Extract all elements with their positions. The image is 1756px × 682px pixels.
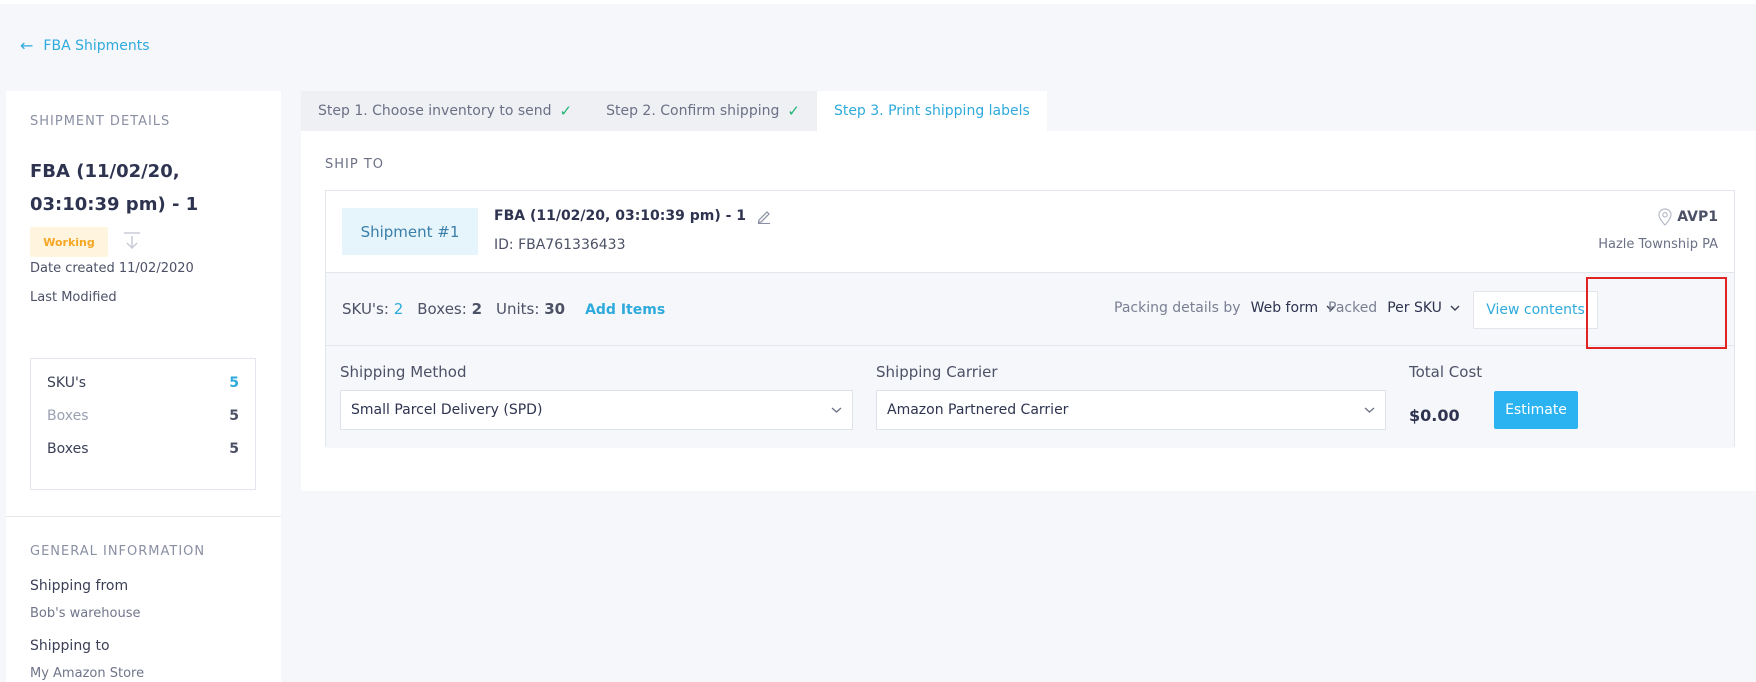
stat-label: Boxes	[47, 441, 89, 457]
shipping-options-row: Shipping Method Small Parcel Delivery (S…	[326, 346, 1734, 448]
chevron-down-icon	[1450, 305, 1460, 311]
boxes-value: 2	[471, 300, 483, 318]
divider	[6, 516, 281, 517]
destination-code: AVP1	[1657, 208, 1718, 226]
back-to-fba-shipments-link[interactable]: ← FBA Shipments	[20, 36, 150, 55]
shipping-to-value: My Amazon Store	[30, 666, 145, 681]
tab-step-1[interactable]: Step 1. Choose inventory to send ✓	[301, 91, 590, 131]
shipment-number-pill: Shipment #1	[342, 208, 478, 255]
shipping-carrier-label: Shipping Carrier	[876, 363, 998, 381]
packing-details-dropdown[interactable]: Web form	[1251, 300, 1337, 316]
stat-row-boxes-2: Boxes 5	[47, 439, 239, 459]
shipping-method-value: Small Parcel Delivery (SPD)	[351, 402, 543, 418]
total-cost-value: $0.00	[1409, 406, 1460, 425]
general-information-title: GENERAL INFORMATION	[30, 544, 206, 559]
stat-value: 5	[229, 408, 239, 424]
last-modified: Last Modified	[30, 290, 117, 305]
add-items-link[interactable]: Add Items	[585, 302, 665, 318]
pencil-icon[interactable]	[756, 208, 772, 224]
check-icon: ✓	[559, 102, 573, 120]
stat-row-skus: SKU's 5	[47, 373, 239, 393]
skus-label: SKU's:	[342, 300, 389, 318]
back-link-label: FBA Shipments	[43, 38, 150, 54]
stat-label: Boxes	[47, 408, 89, 424]
chevron-down-icon	[1364, 407, 1375, 413]
shipping-from-value: Bob's warehouse	[30, 606, 141, 621]
tab-step-3[interactable]: Step 3. Print shipping labels	[816, 91, 1047, 131]
chevron-down-icon	[831, 407, 842, 413]
packing-details-value: Web form	[1250, 300, 1319, 316]
shipment-details-panel: SHIPMENT DETAILS FBA (11/02/20, 03:10:39…	[6, 91, 281, 682]
arrow-left-icon: ←	[20, 36, 34, 55]
packed-group: Packed Per SKU	[1328, 300, 1460, 316]
status-badge: Working	[30, 227, 108, 257]
destination-code-text: AVP1	[1677, 209, 1718, 225]
download-icon[interactable]	[121, 230, 143, 252]
tab-label: Step 1. Choose inventory to send	[318, 103, 552, 119]
date-created: Date created 11/02/2020	[30, 261, 194, 276]
units-label: Units:	[496, 300, 540, 318]
location-pin-icon	[1658, 208, 1672, 226]
stat-value: 5	[229, 441, 239, 457]
shipment-counts-row: SKU's: 2 Boxes: 2 Units: 30 Add Items Pa…	[326, 273, 1734, 346]
step-tabs: Step 1. Choose inventory to send ✓ Step …	[301, 91, 1047, 131]
main-card: SHIP TO Shipment #1 FBA (11/02/20, 03:10…	[301, 131, 1756, 491]
shipping-from-label: Shipping from	[30, 578, 129, 594]
units-count: Units: 30	[496, 300, 565, 318]
shipping-carrier-value: Amazon Partnered Carrier	[887, 402, 1069, 418]
shipping-carrier-select[interactable]: Amazon Partnered Carrier	[876, 390, 1386, 430]
shipment-name: FBA (11/02/20, 03:10:39 pm) - 1	[30, 161, 199, 215]
shipping-method-label: Shipping Method	[340, 363, 467, 381]
boxes-count: Boxes: 2	[417, 300, 482, 318]
packing-details-group: Packing details by Web form	[1114, 300, 1336, 316]
shipment-counts: SKU's: 2 Boxes: 2 Units: 30 Add Items	[342, 300, 665, 318]
top-strip	[0, 0, 1756, 4]
packed-value: Per SKU	[1387, 300, 1442, 316]
packed-label: Packed	[1328, 300, 1378, 316]
stats-box: SKU's 5 Boxes 5 Boxes 5	[30, 358, 256, 490]
packed-dropdown[interactable]: Per SKU	[1387, 300, 1460, 316]
boxes-label: Boxes:	[417, 300, 467, 318]
units-value: 30	[544, 300, 566, 318]
shipment-title: FBA (11/02/20, 03:10:39 pm) - 1	[494, 208, 772, 224]
tab-label: Step 2. Confirm shipping	[606, 103, 780, 119]
check-icon: ✓	[787, 102, 800, 120]
packing-details-label: Packing details by	[1114, 300, 1241, 316]
total-cost-label: Total Cost	[1409, 363, 1483, 381]
skus-count: SKU's: 2	[342, 300, 403, 318]
shipment-id: ID: FBA761336433	[494, 237, 626, 253]
shipment-details-title: SHIPMENT DETAILS	[30, 114, 171, 129]
destination-city: Hazle Township PA	[1598, 237, 1718, 252]
shipment-box: Shipment #1 FBA (11/02/20, 03:10:39 pm) …	[325, 190, 1735, 448]
tab-step-2[interactable]: Step 2. Confirm shipping ✓	[589, 91, 817, 131]
stat-label: SKU's	[47, 375, 87, 391]
stat-row-boxes: Boxes 5	[47, 406, 239, 426]
ship-to-title: SHIP TO	[325, 157, 385, 172]
view-contents-button[interactable]: View contents	[1473, 291, 1598, 329]
shipment-header-row: Shipment #1 FBA (11/02/20, 03:10:39 pm) …	[326, 191, 1734, 273]
shipment-title-text: FBA (11/02/20, 03:10:39 pm) - 1	[494, 208, 747, 224]
shipping-to-label: Shipping to	[30, 638, 110, 654]
estimate-button[interactable]: Estimate	[1494, 391, 1578, 429]
skus-value[interactable]: 2	[394, 300, 404, 318]
tab-label: Step 3. Print shipping labels	[833, 103, 1030, 119]
shipping-method-select[interactable]: Small Parcel Delivery (SPD)	[340, 390, 853, 430]
stat-value: 5	[229, 375, 239, 391]
